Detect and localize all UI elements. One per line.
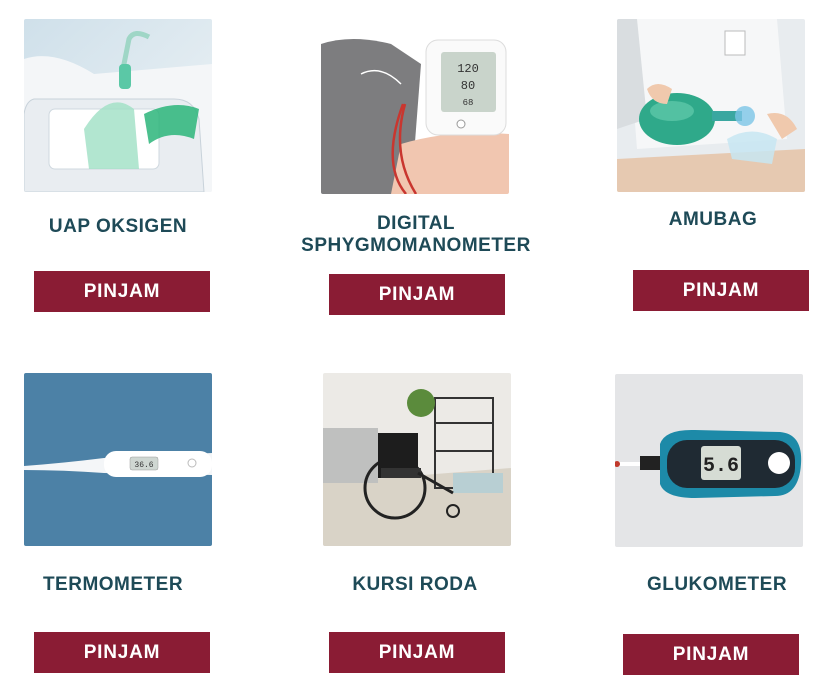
pinjam-button-glukometer[interactable]: PINJAM <box>623 634 799 675</box>
item-title-uap-oksigen: UAP OKSIGEN <box>48 216 188 237</box>
blood-pressure-monitor-image: 120 80 68 <box>321 34 509 194</box>
item-title-digital-sphygmomanometer: DIGITAL SPHYGMOMANOMETER <box>301 213 531 256</box>
glucometer-image: 5.6 <box>615 374 803 547</box>
svg-text:68: 68 <box>463 98 474 108</box>
pinjam-button-termometer[interactable]: PINJAM <box>34 632 210 673</box>
svg-text:36.6: 36.6 <box>134 461 153 470</box>
item-title-amubag: AMUBAG <box>668 209 758 230</box>
pinjam-button-digital-sphygmomanometer[interactable]: PINJAM <box>329 274 505 315</box>
thermometer-image: 36.6 <box>24 373 212 546</box>
wheelchair-image <box>323 373 511 546</box>
glucometer-reading: 5.6 <box>703 455 739 478</box>
pinjam-button-kursi-roda[interactable]: PINJAM <box>329 632 505 673</box>
item-title-kursi-roda: KURSI RODA <box>352 574 478 595</box>
item-title-glukometer: GLUKOMETER <box>646 574 788 595</box>
pinjam-button-amubag[interactable]: PINJAM <box>633 270 809 311</box>
item-title-termometer: TERMOMETER <box>42 574 184 595</box>
svg-text:80: 80 <box>461 79 475 93</box>
pinjam-button-uap-oksigen[interactable]: PINJAM <box>34 271 210 312</box>
svg-text:120: 120 <box>457 62 479 76</box>
ambu-bag-image <box>617 19 805 192</box>
nebulizer-image <box>24 19 212 192</box>
